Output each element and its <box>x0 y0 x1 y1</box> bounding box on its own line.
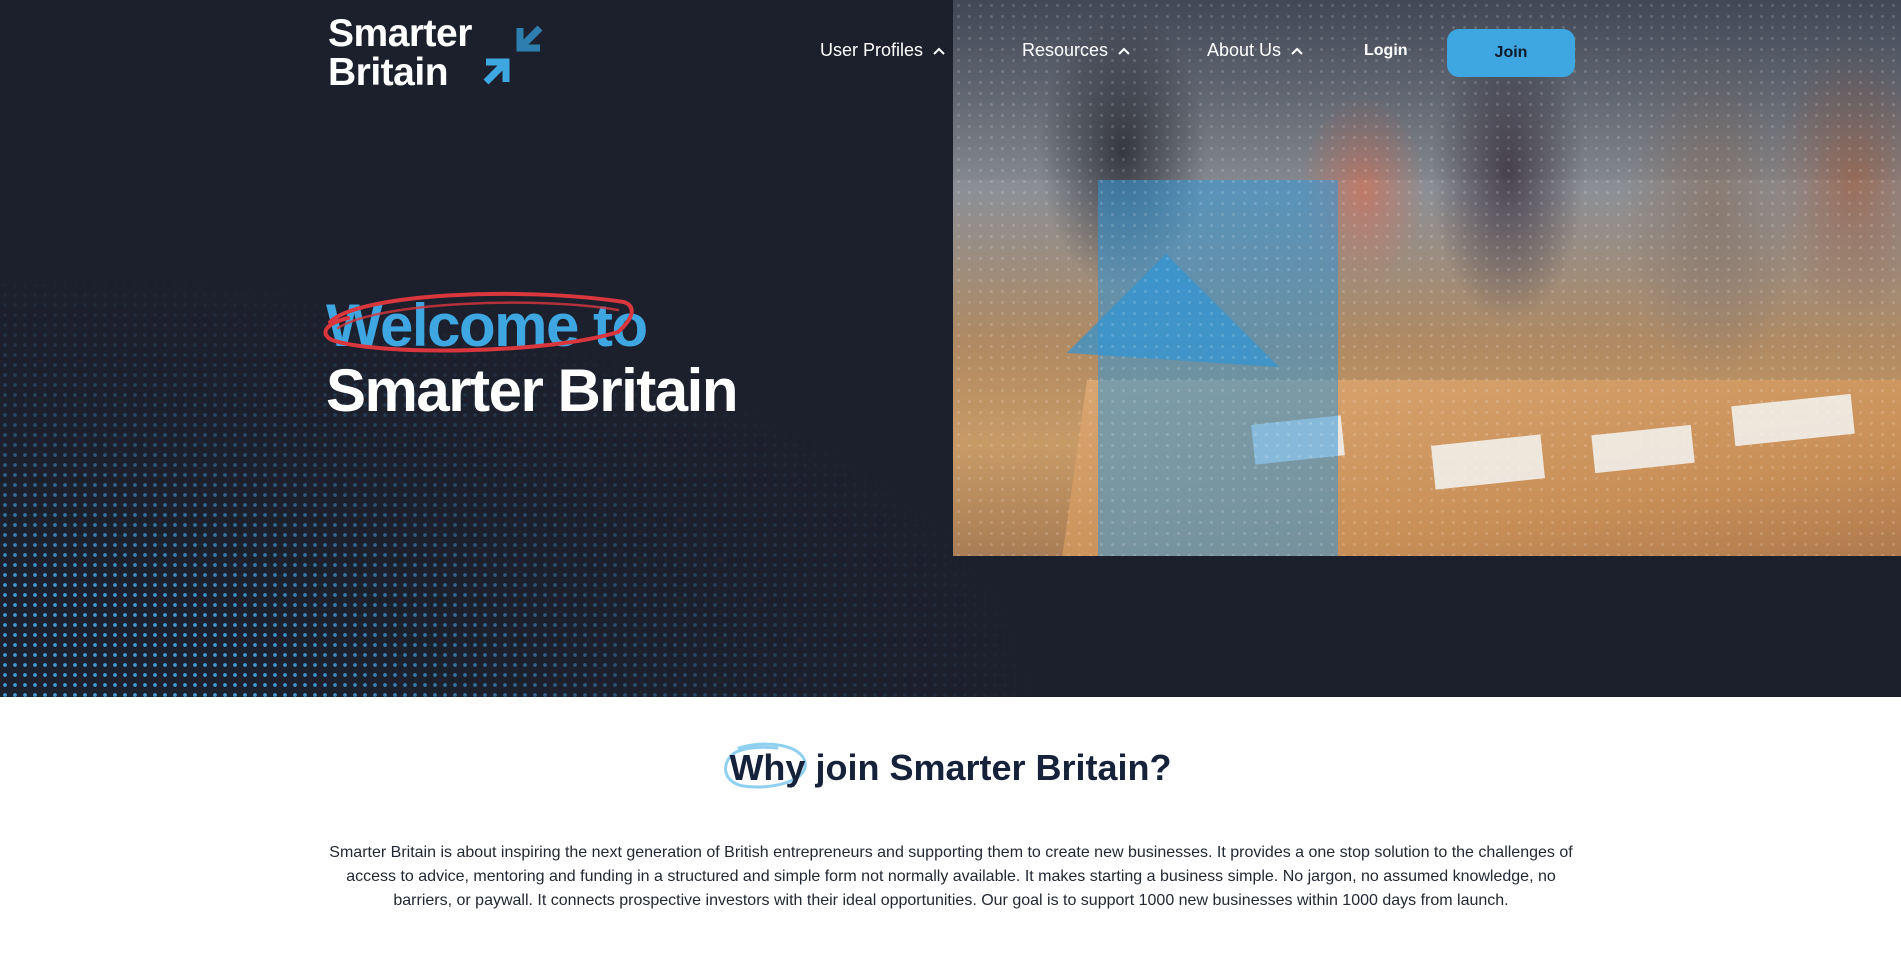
hero-photo-students <box>953 0 1901 556</box>
logo-line-1: Smarter <box>328 12 472 55</box>
chevron-up-icon <box>1118 47 1130 55</box>
why-title-rest: join Smarter Britain? <box>805 747 1172 788</box>
logo-wordmark: Smarter Britain <box>328 14 472 92</box>
nav-label: Resources <box>1022 40 1109 60</box>
inward-arrows-icon <box>483 25 543 85</box>
logo-line-2: Britain <box>328 51 449 94</box>
nav-item-resources[interactable]: Resources <box>1022 40 1130 61</box>
hero-title-line-2: Smarter Britain <box>326 357 738 424</box>
nav-item-about-us[interactable]: About Us <box>1207 40 1303 61</box>
why-highlight-word: Why <box>729 747 806 788</box>
why-join-description: Smarter Britain is about inspiring the n… <box>329 844 1573 909</box>
nav-label: About Us <box>1207 40 1282 60</box>
login-link[interactable]: Login <box>1364 42 1408 60</box>
nav-item-user-profiles[interactable]: User Profiles <box>820 40 945 61</box>
hero-heading: Welcome to Smarter Britain <box>323 291 738 424</box>
nav-label: User Profiles <box>820 40 924 60</box>
why-join-heading: Why join Smarter Britain? <box>0 742 1901 790</box>
hero-title-line-1: Welcome to <box>326 292 648 359</box>
join-button[interactable]: Join <box>1447 29 1575 77</box>
smarter-britain-logo[interactable]: Smarter Britain <box>328 14 544 92</box>
chevron-up-icon <box>1291 47 1303 55</box>
hero-section: Smarter Britain User Profiles Resources … <box>0 0 1901 697</box>
chevron-up-icon <box>933 47 945 55</box>
